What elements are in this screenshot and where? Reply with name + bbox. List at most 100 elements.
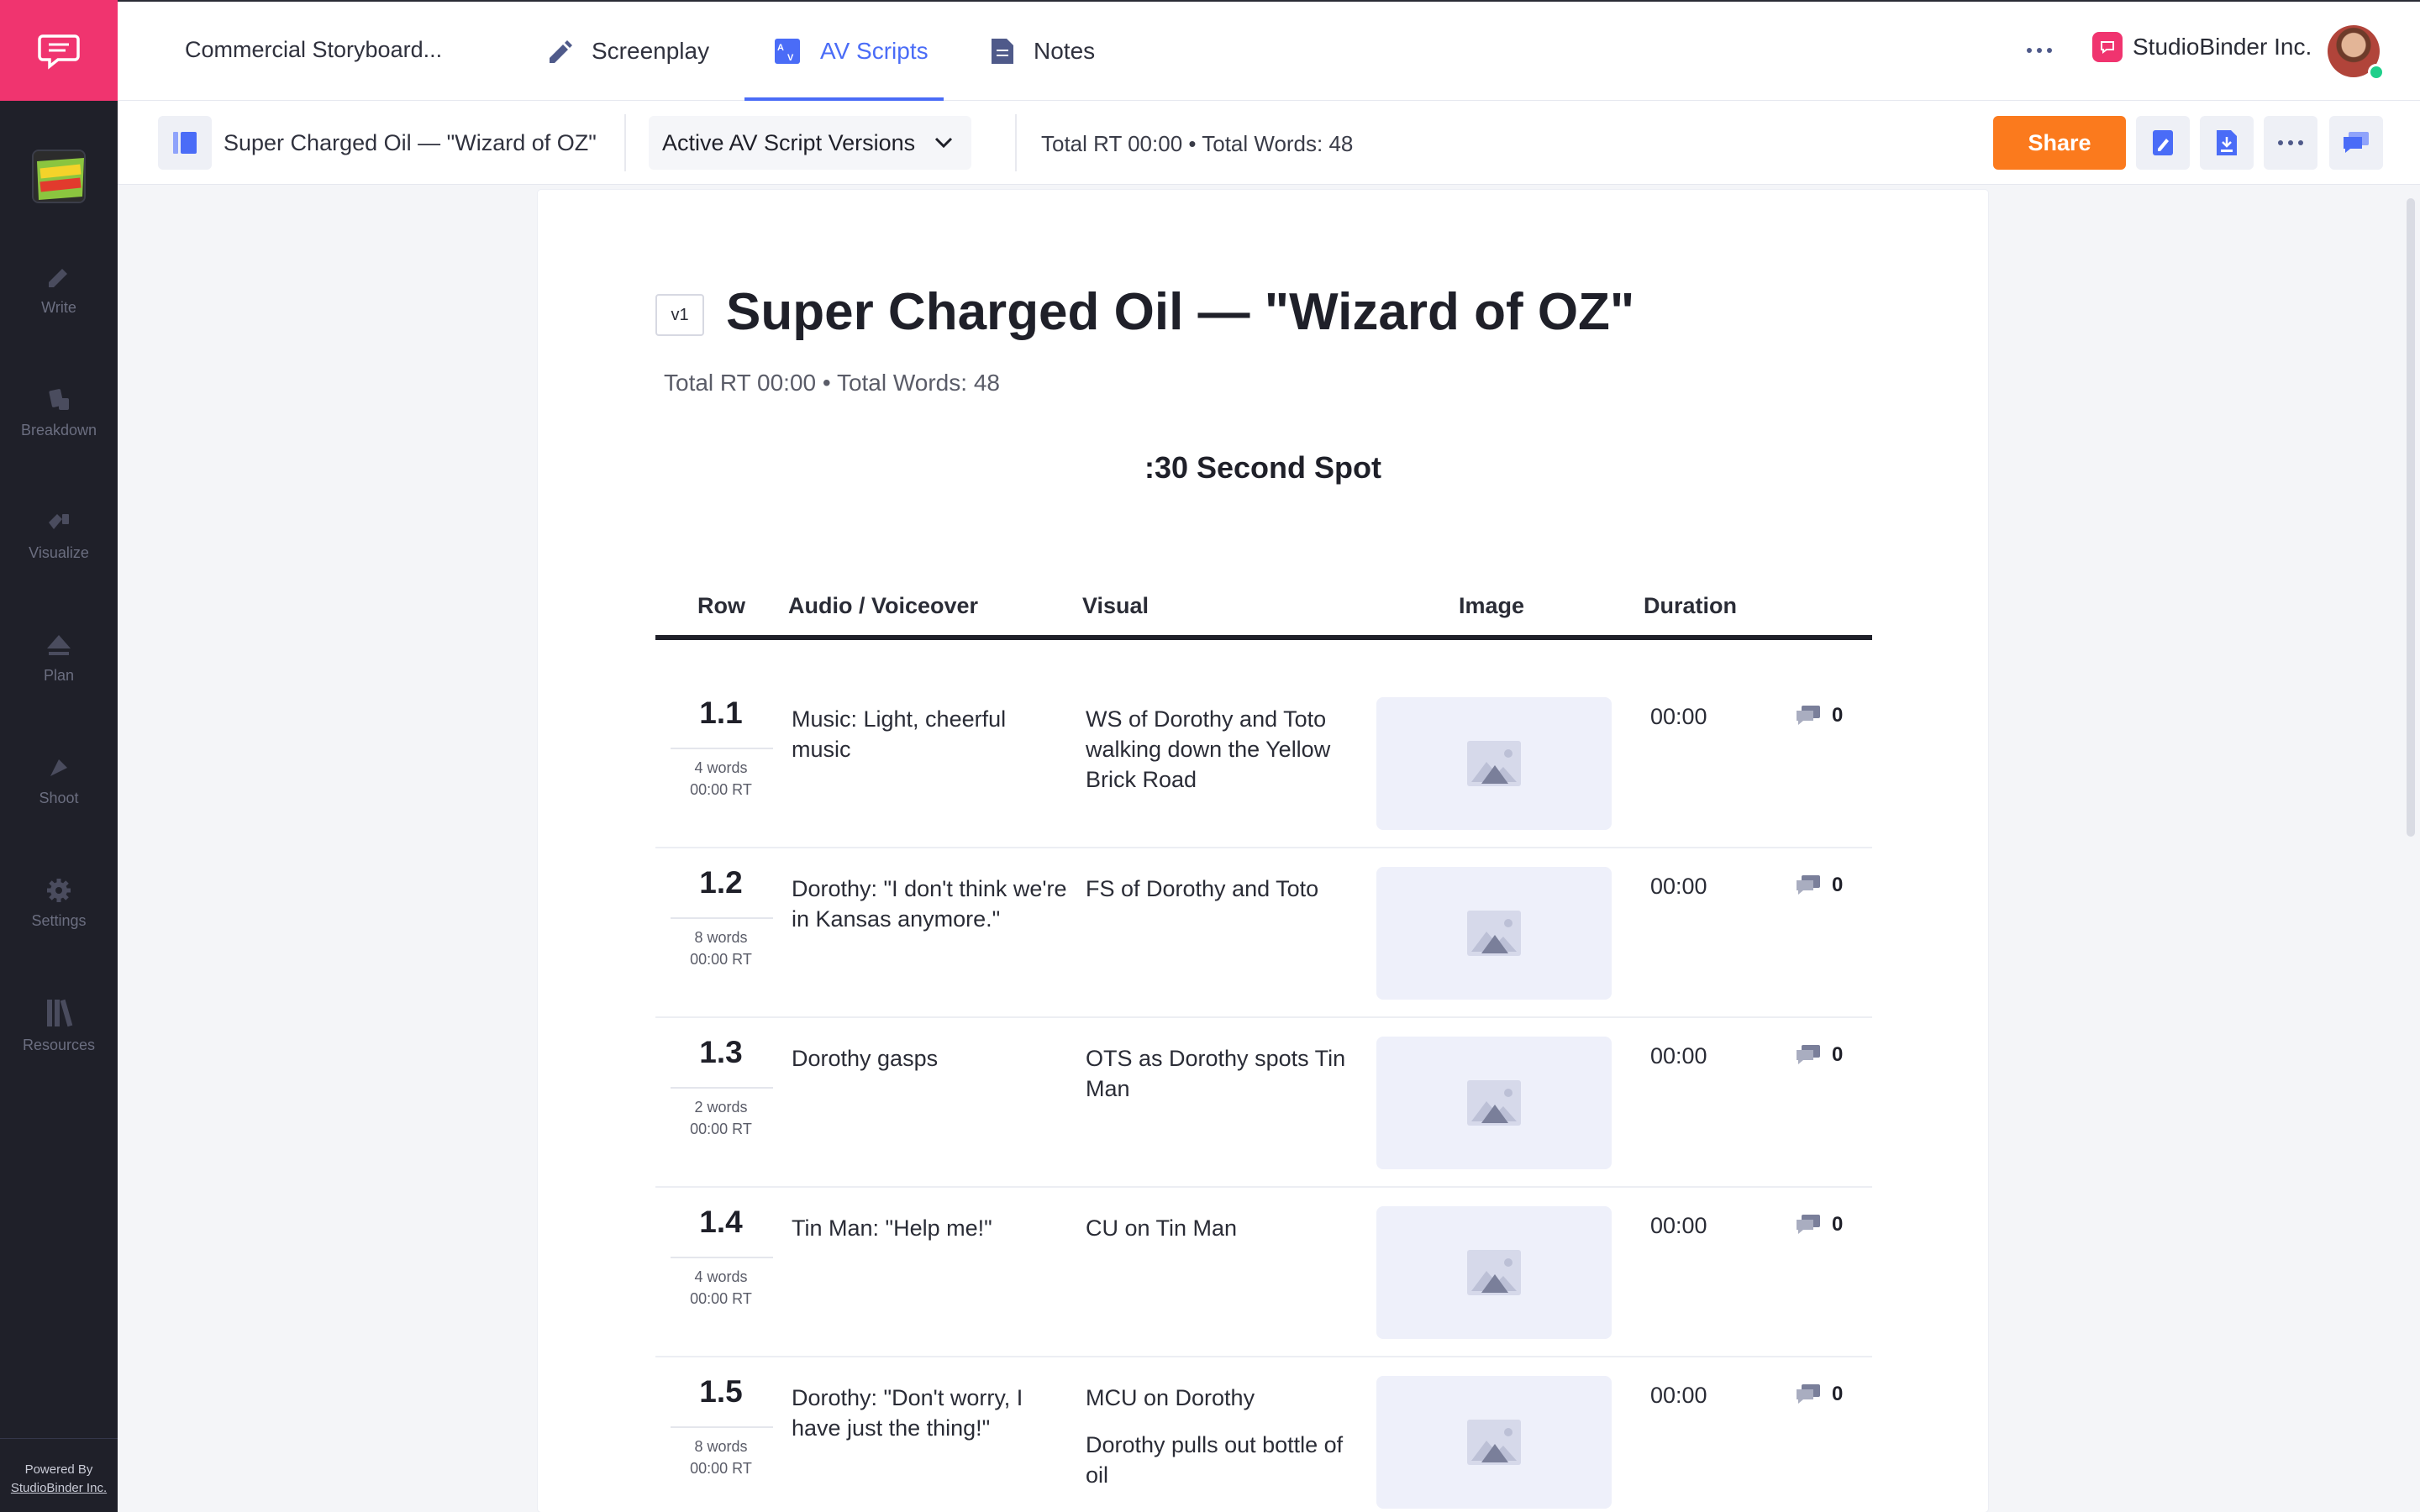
table-header: Row Audio / Voiceover Visual Image Durat… <box>655 585 1872 640</box>
project-thumbnail[interactable] <box>32 150 86 203</box>
script-totals: Total RT 00:00 • Total Words: 48 <box>1041 131 1354 156</box>
sidebar-item-settings[interactable]: Settings <box>0 857 118 949</box>
books-icon <box>47 999 73 1026</box>
row-number: 1.3 <box>699 1035 743 1069</box>
row-word-count: 4 words <box>694 1268 748 1285</box>
audio-cell[interactable]: Dorothy: "Don't worry, I have just the t… <box>792 1383 1069 1443</box>
visual-cell[interactable]: OTS as Dorothy spots Tin Man <box>1086 1043 1371 1104</box>
audio-cell[interactable]: Music: Light, cheerful music <box>792 704 1069 764</box>
row-comments[interactable]: 0 <box>1795 874 1843 897</box>
row-number: 1.4 <box>699 1205 743 1239</box>
audio-cell[interactable]: Dorothy: "I don't think we're in Kansas … <box>792 874 1069 934</box>
row-word-count: 8 words <box>694 929 748 946</box>
column-header-image: Image <box>1459 593 1525 618</box>
tab-av-scripts[interactable]: AV AV Scripts <box>744 2 944 101</box>
visual-cell[interactable]: CU on Tin Man <box>1086 1213 1371 1243</box>
comment-count: 0 <box>1832 1043 1844 1066</box>
sidebar-item-resources[interactable]: Resources <box>0 979 118 1072</box>
more-dot <box>2278 140 2283 145</box>
left-sidebar: Write Breakdown Visualize Plan Shoot Set… <box>0 0 118 1512</box>
sidebar-item-visualize[interactable]: Visualize <box>0 489 118 581</box>
av-icon: AV <box>775 39 800 64</box>
tab-notes[interactable]: Notes <box>990 2 1095 101</box>
visual-cell[interactable]: MCU on Dorothy Dorothy pulls out bottle … <box>1086 1383 1371 1490</box>
audio-cell[interactable]: Dorothy gasps <box>792 1043 1069 1074</box>
studiobinder-logo[interactable] <box>0 0 118 101</box>
row-comments[interactable]: 0 <box>1795 704 1843 727</box>
company-switcher[interactable]: StudioBinder Inc. <box>2092 32 2312 62</box>
project-title[interactable]: Commercial Storyboard... <box>185 37 442 63</box>
document-title[interactable]: Super Charged Oil — "Wizard of OZ" <box>726 282 1634 342</box>
row-number-divider <box>671 748 773 749</box>
document-selector[interactable]: Super Charged Oil — "Wizard of OZ" <box>158 116 597 170</box>
sidebar-item-label: Visualize <box>29 543 89 561</box>
divider <box>1015 114 1017 171</box>
powered-by: Powered By StudioBinder Inc. <box>0 1438 118 1512</box>
duration-cell[interactable]: 00:00 <box>1650 874 1734 900</box>
image-placeholder[interactable] <box>1376 697 1612 830</box>
duration-cell[interactable]: 00:00 <box>1650 1383 1734 1409</box>
panel-toggle-icon[interactable] <box>158 116 212 170</box>
comments-panel-button[interactable] <box>2329 116 2383 170</box>
row-word-count: 8 words <box>694 1438 748 1455</box>
table-row[interactable]: 1.5 8 words 00:00 RT Dorothy: "Don't wor… <box>655 1357 1872 1512</box>
row-number-divider <box>671 1257 773 1258</box>
image-placeholder[interactable] <box>1376 1206 1612 1339</box>
powered-by-link[interactable]: StudioBinder Inc. <box>0 1479 118 1498</box>
svg-text:A: A <box>777 43 784 53</box>
tab-screenplay[interactable]: Screenplay <box>546 2 709 101</box>
comment-icon <box>1797 1215 1820 1234</box>
edit-notebook-icon <box>2153 130 2173 155</box>
row-comments[interactable]: 0 <box>1795 1383 1843 1406</box>
visual-cell[interactable]: FS of Dorothy and Toto <box>1086 874 1371 904</box>
column-header-duration: Duration <box>1644 593 1737 618</box>
chat-logo-icon <box>38 34 80 70</box>
tab-label: Notes <box>1034 38 1096 64</box>
table-row[interactable]: 1.1 4 words 00:00 RT Music: Light, cheer… <box>655 679 1872 848</box>
sidebar-item-label: Plan <box>43 666 75 684</box>
versions-dropdown[interactable]: Active AV Script Versions <box>649 116 971 170</box>
sidebar-item-breakdown[interactable]: Breakdown <box>0 366 118 459</box>
visual-text: OTS as Dorothy spots Tin Man <box>1086 1046 1346 1101</box>
sidebar-item-plan[interactable]: Plan <box>0 612 118 704</box>
edit-document-button[interactable] <box>2136 116 2190 170</box>
audio-cell[interactable]: Tin Man: "Help me!" <box>792 1213 1069 1243</box>
table-row[interactable]: 1.4 4 words 00:00 RT Tin Man: "Help me!"… <box>655 1188 1872 1357</box>
project-thumbnail-image <box>34 151 84 202</box>
comments-icon <box>2344 132 2369 153</box>
document-meta: Total RT 00:00 • Total Words: 48 <box>664 370 1000 396</box>
image-placeholder[interactable] <box>1376 1037 1612 1169</box>
spot-heading[interactable]: :30 Second Spot <box>538 450 1988 486</box>
visual-text-secondary: Dorothy pulls out bottle of oil <box>1086 1432 1344 1488</box>
duration-cell[interactable]: 00:00 <box>1650 1043 1734 1069</box>
export-pdf-button[interactable] <box>2200 116 2254 170</box>
vertical-scrollbar[interactable] <box>2407 198 2415 837</box>
column-header-row: Row <box>697 593 745 618</box>
column-header-audio: Audio / Voiceover <box>788 593 979 618</box>
visual-cell[interactable]: WS of Dorothy and Toto walking down the … <box>1086 704 1371 795</box>
table-row[interactable]: 1.2 8 words 00:00 RT Dorothy: "I don't t… <box>655 848 1872 1018</box>
more-menu-button[interactable] <box>2021 35 2058 66</box>
user-avatar[interactable] <box>2328 25 2385 81</box>
sidebar-item-label: Resources <box>22 1036 96 1053</box>
row-comments[interactable]: 0 <box>1795 1043 1843 1067</box>
sidebar-item-write[interactable]: Write <box>0 244 118 336</box>
duration-cell[interactable]: 00:00 <box>1650 1213 1734 1239</box>
table-row[interactable]: 1.3 2 words 00:00 RT Dorothy gasps OTS a… <box>655 1018 1872 1188</box>
image-placeholder[interactable] <box>1376 1376 1612 1509</box>
image-placeholder[interactable] <box>1376 867 1612 1000</box>
av-script-page: v1 Super Charged Oil — "Wizard of OZ" To… <box>538 190 1988 1512</box>
comment-icon <box>1797 1045 1820 1064</box>
top-bar: Commercial Storyboard... Screenplay AV A… <box>118 0 2420 101</box>
toolbar-more-button[interactable] <box>2264 116 2317 170</box>
sidebar-item-shoot[interactable]: Shoot <box>0 734 118 827</box>
duration-cell[interactable]: 00:00 <box>1650 704 1734 730</box>
document-icon <box>992 39 1013 64</box>
version-tag[interactable]: v1 <box>655 294 704 336</box>
row-comments[interactable]: 0 <box>1795 1213 1843 1236</box>
plan-icon <box>47 634 71 655</box>
comment-count: 0 <box>1832 1213 1844 1236</box>
comment-icon <box>1797 706 1820 725</box>
share-button[interactable]: Share <box>1993 116 2126 170</box>
comment-count: 0 <box>1832 874 1844 896</box>
